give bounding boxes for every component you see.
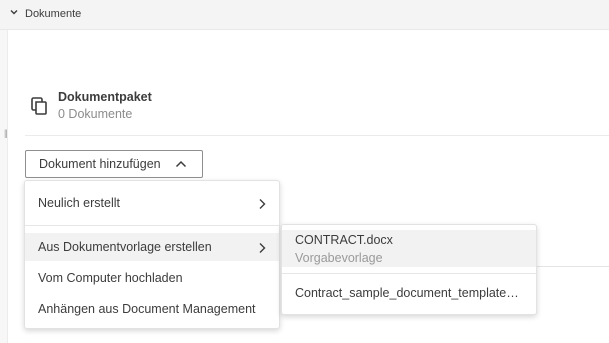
menu-item-attach-from-document-management[interactable]: Anhängen aus Document Management [25, 295, 279, 323]
package-document-count: 0 Dokumente [58, 107, 133, 121]
submenu-item-template[interactable]: Contract_sample_document_template_for_Au… [282, 279, 536, 307]
menu-item-label: Aus Dokumentvorlage erstellen [38, 240, 212, 254]
add-document-button[interactable]: Dokument hinzufügen [25, 150, 203, 178]
documents-section-header[interactable]: Dokumente [0, 0, 609, 30]
divider-right [537, 266, 609, 267]
chevron-up-icon [175, 160, 187, 168]
chevron-right-icon [259, 243, 266, 253]
divider [25, 135, 609, 136]
menu-item-create-from-template[interactable]: Aus Dokumentvorlage erstellen [25, 233, 279, 261]
chevron-down-icon[interactable] [10, 8, 18, 16]
menu-item-label: Neulich erstellt [38, 196, 120, 210]
menu-separator [25, 225, 279, 226]
template-name: CONTRACT.docx [295, 233, 393, 247]
menu-item-label: Anhängen aus Document Management [38, 302, 256, 316]
menu-item-label: Vom Computer hochladen [38, 271, 183, 285]
template-submenu: CONTRACT.docx Vorgabevorlage Contract_sa… [281, 224, 537, 315]
section-title: Dokumente [25, 8, 82, 20]
resize-handle[interactable]: || [4, 129, 11, 138]
package-title: Dokumentpaket [58, 90, 152, 104]
menu-item-recently-created[interactable]: Neulich erstellt [25, 189, 279, 217]
submenu-item-template[interactable]: CONTRACT.docx Vorgabevorlage [282, 230, 536, 267]
menu-item-upload-from-computer[interactable]: Vom Computer hochladen [25, 264, 279, 292]
chevron-right-icon [259, 199, 266, 209]
template-type: Vorgabevorlage [295, 251, 383, 265]
add-document-button-label: Dokument hinzufügen [39, 157, 161, 171]
submenu-separator [282, 273, 536, 274]
left-panel-edge [0, 0, 8, 343]
add-document-menu: Neulich erstellt Aus Dokumentvorlage ers… [24, 180, 280, 329]
copy-documents-icon [31, 97, 47, 115]
template-name: Contract_sample_document_template_for_Au… [295, 286, 525, 300]
